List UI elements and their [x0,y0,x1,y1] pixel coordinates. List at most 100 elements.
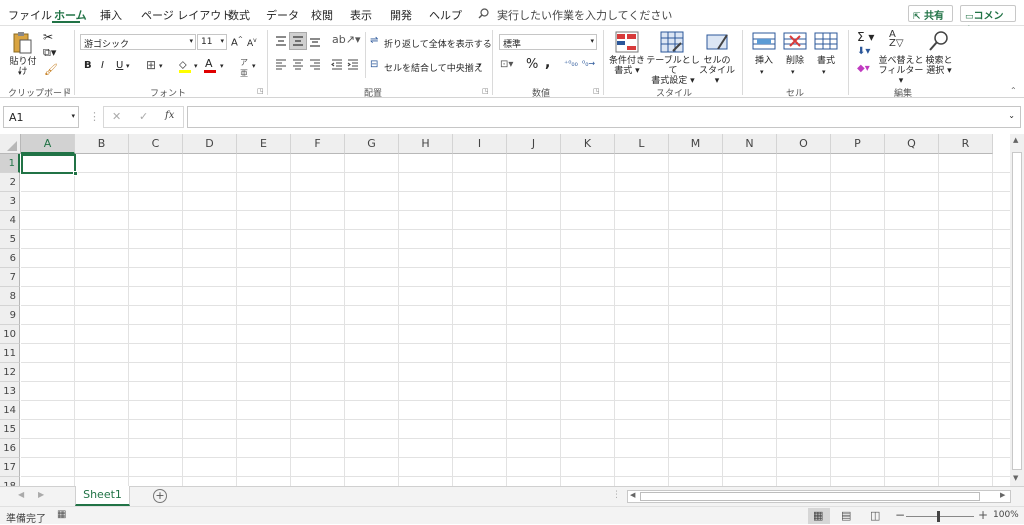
decrease-decimal-icon[interactable]: ⁰₀→ [582,59,595,68]
format-painter-icon[interactable]: 🖌 [44,63,58,76]
row-header-4[interactable]: 4 [0,211,20,230]
tab-formulas[interactable]: 数式 [228,7,250,23]
zoom-slider-track[interactable] [906,516,974,517]
column-header-a[interactable]: A [21,134,75,154]
row-header-5[interactable]: 5 [0,230,20,249]
borders-icon[interactable]: ⊞ [146,58,156,72]
zoom-level[interactable]: 100% [993,510,1019,520]
row-header-18[interactable]: 18 [0,477,20,486]
macro-record-icon[interactable]: ▦ [57,509,66,520]
tab-view[interactable]: 表示 [350,7,372,23]
row-header-8[interactable]: 8 [0,287,20,306]
chevron-down-icon[interactable]: ▾ [760,67,764,77]
chevron-down-icon[interactable]: ▾ [478,61,482,69]
active-cell[interactable] [21,154,76,174]
column-header-h[interactable]: H [399,134,453,154]
number-format-combo[interactable]: 標準 ▾ [499,34,597,50]
cell-styles-button[interactable]: セルの スタイル ▾ [699,56,735,86]
tab-file[interactable]: ファイル [8,7,52,23]
delete-cells-button[interactable]: 削除 [779,56,811,66]
font-color-icon[interactable]: A [205,57,213,70]
paste-button[interactable]: 貼り付け [6,57,40,77]
column-header-n[interactable]: N [723,134,777,154]
column-header-f[interactable]: F [291,134,345,154]
column-header-j[interactable]: J [507,134,561,154]
autosum-icon[interactable]: Σ ▾ [857,30,874,44]
column-header-q[interactable]: Q [885,134,939,154]
row-header-15[interactable]: 15 [0,420,20,439]
row-header-1[interactable]: 1 [0,154,20,173]
zoom-slider-thumb[interactable] [937,511,940,522]
horizontal-scroll-thumb[interactable] [640,492,980,501]
enter-icon[interactable]: ✓ [139,110,148,123]
merge-center-button[interactable]: セルを結合して中央揃え [384,61,483,74]
row-header-3[interactable]: 3 [0,192,20,211]
chevron-down-icon[interactable]: ▾ [126,62,130,70]
page-layout-view-icon[interactable]: ▤ [841,509,851,522]
decrease-indent-icon[interactable] [331,58,343,70]
scroll-right-icon[interactable]: ▶ [1000,491,1005,499]
row-header-2[interactable]: 2 [0,173,20,192]
column-header-e[interactable]: E [237,134,291,154]
copy-icon[interactable]: ⧉▾ [43,46,56,60]
chevron-down-icon[interactable]: ▾ [791,67,795,77]
tab-help[interactable]: ヘルプ [429,7,462,23]
cut-icon[interactable]: ✂ [43,30,53,44]
chevron-down-icon[interactable]: ▾ [822,67,826,77]
paste-dropdown[interactable]: ▾ [18,68,22,78]
zoom-in-icon[interactable]: + [978,508,988,522]
scroll-left-icon[interactable]: ◀ [630,491,635,499]
insert-cells-button[interactable]: 挿入 [748,56,780,66]
shrink-font-icon[interactable]: Av [247,37,257,49]
column-header-b[interactable]: B [75,134,129,154]
row-header-12[interactable]: 12 [0,363,20,382]
chevron-down-icon[interactable]: ▾ [159,62,163,70]
add-sheet-button[interactable]: + [153,489,167,503]
tab-review[interactable]: 校閲 [311,7,333,23]
comma-style-button[interactable]: , [545,55,550,71]
bold-button[interactable]: B [84,60,92,71]
align-top-icon[interactable] [275,35,287,47]
format-cells-button[interactable]: 書式 [810,56,842,66]
cell-area[interactable] [21,154,1010,486]
row-header-13[interactable]: 13 [0,382,20,401]
column-header-g[interactable]: G [345,134,399,154]
prev-sheet-icon[interactable]: ◀ [18,490,24,499]
tab-insert[interactable]: 挿入 [100,7,122,23]
tab-developer[interactable]: 開発 [390,7,412,23]
align-bottom-icon[interactable] [309,35,321,47]
row-header-10[interactable]: 10 [0,325,20,344]
align-middle-button[interactable] [289,32,307,50]
format-as-table-button[interactable]: テーブルとして 書式設定 ▾ [645,56,701,86]
fill-icon[interactable]: ⬇▾ [857,46,870,57]
scroll-up-icon[interactable]: ▲ [1013,136,1018,144]
sheet-tab-active[interactable]: Sheet1 [75,486,130,506]
percent-style-button[interactable]: % [526,57,538,72]
tab-data[interactable]: データ [266,7,299,23]
insert-function-button[interactable]: fx [165,110,174,121]
cancel-icon[interactable]: ✕ [112,110,121,123]
font-launcher-icon[interactable]: ◳ [257,87,264,95]
column-header-c[interactable]: C [129,134,183,154]
font-name-combo[interactable]: 游ゴシック ▾ [80,34,196,50]
column-header-p[interactable]: P [831,134,885,154]
increase-decimal-icon[interactable]: ⁺⁰₀₀ [564,59,578,68]
align-right-icon[interactable] [309,58,321,70]
conditional-formatting-button[interactable]: 条件付き 書式 ▾ [607,56,647,76]
italic-button[interactable]: I [101,60,104,71]
align-left-icon[interactable] [275,58,287,70]
row-header-17[interactable]: 17 [0,458,20,477]
formula-input[interactable]: ⌄ [187,106,1021,128]
number-launcher-icon[interactable]: ◳ [593,87,600,95]
select-all-button[interactable] [0,134,21,154]
horizontal-scrollbar[interactable]: ◀ ▶ [627,490,1011,503]
share-button[interactable]: ⇱ 共有 [908,5,953,22]
orientation-icon[interactable]: ab↗▾ [332,33,360,46]
scroll-down-icon[interactable]: ▼ [1013,474,1018,482]
normal-view-button[interactable]: ▦ [808,508,830,524]
grow-font-icon[interactable]: A^ [231,36,243,48]
column-header-m[interactable]: M [669,134,723,154]
clipboard-launcher-icon[interactable]: ◳ [64,87,71,95]
page-break-view-icon[interactable]: ◫ [870,509,880,522]
chevron-down-icon[interactable]: ▾ [220,62,224,70]
